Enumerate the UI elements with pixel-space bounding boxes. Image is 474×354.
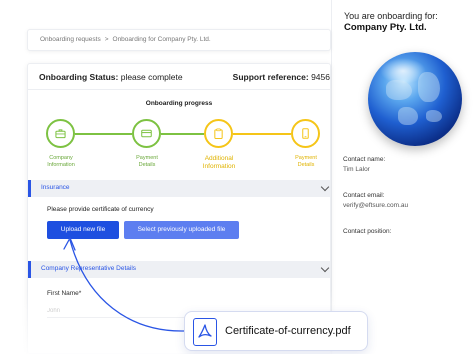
support-reference: Support reference: 9456 [233, 72, 330, 82]
contact-name-label: Contact name: [343, 156, 386, 163]
breadcrumb-card: Onboarding requests > Onboarding for Compa… [27, 29, 331, 51]
step-payment-details-label: Payment Details [136, 155, 158, 168]
progress-connector [233, 133, 291, 135]
credit-card-icon [141, 129, 152, 138]
certificate-prompt: Please provide certificate of currency [47, 206, 154, 213]
chevron-down-icon [320, 263, 330, 273]
step-payment-details-final-label: Payment Details [295, 155, 317, 168]
step-company-information[interactable] [46, 119, 75, 148]
select-uploaded-file-button[interactable]: Select previously uploaded file [124, 221, 239, 239]
chevron-down-icon [320, 182, 330, 192]
pdf-file-icon [193, 318, 217, 346]
breadcrumb-separator: > [104, 36, 109, 43]
contact-email-label: Contact email: [343, 192, 385, 199]
onboarding-for-title: You are onboarding for: [344, 11, 438, 21]
status-value: please complete [120, 72, 183, 82]
onboarding-status: Onboarding Status: please complete [39, 72, 183, 82]
contact-position-label: Contact position: [343, 228, 392, 235]
contact-name-value: Tim Lalor [343, 166, 370, 173]
breadcrumb-item-onboarding-requests[interactable]: Onboarding requests [40, 36, 101, 43]
representative-header-label: Company Representative Details [41, 265, 137, 272]
support-value: 9456 [311, 72, 330, 82]
step-payment-details-final[interactable] [291, 119, 320, 148]
first-name-label: First Name* [47, 290, 82, 297]
representative-section-header[interactable]: Company Representative Details [28, 261, 330, 278]
company-name: Company Pty. Ltd. [344, 22, 427, 33]
briefcase-icon [55, 129, 66, 139]
phone-icon [302, 128, 309, 139]
progress-title: Onboarding progress [145, 100, 213, 107]
support-label: Support reference: [232, 72, 309, 82]
breadcrumb: Onboarding requests > Onboarding for Compa… [40, 36, 211, 43]
pdf-file-name: Certificate-of-currency.pdf [225, 325, 351, 337]
step-company-information-label: Company Information [47, 155, 75, 168]
progress-connector [75, 133, 132, 135]
globe-highlight [380, 58, 426, 84]
insurance-section-header[interactable]: Insurance [28, 180, 330, 197]
pdf-file-card[interactable]: Certificate-of-currency.pdf [184, 311, 368, 351]
step-additional-information[interactable] [204, 119, 233, 148]
breadcrumb-item-current: Onboarding for Company Pty. Ltd. [112, 36, 211, 43]
insurance-header-label: Insurance [41, 184, 70, 191]
clipboard-icon [214, 128, 223, 139]
contact-email-value: verify@eftsure.com.au [343, 202, 409, 209]
divider [28, 89, 330, 90]
status-label: Onboarding Status: [39, 72, 119, 82]
step-additional-information-label: Additional Information [202, 155, 236, 170]
progress-connector [161, 133, 204, 135]
step-payment-details[interactable] [132, 119, 161, 148]
upload-new-file-button[interactable]: Upload new file [47, 221, 119, 239]
